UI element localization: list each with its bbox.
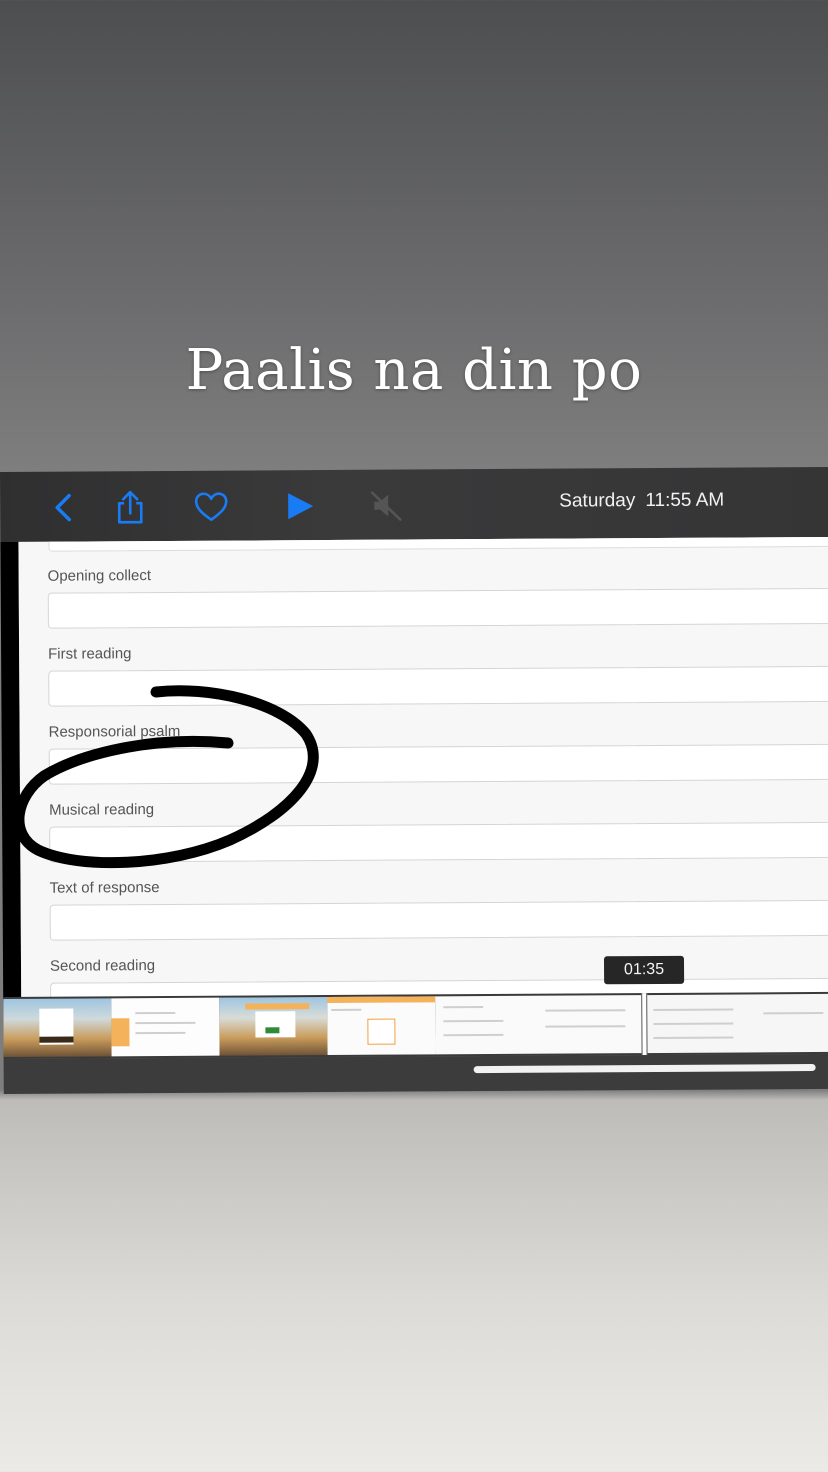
field-label-text-of-response: Text of response — [49, 879, 160, 897]
video-bottom-bar — [3, 1053, 828, 1094]
frame-thumbnail — [643, 993, 828, 1054]
field-input-musical-reading[interactable] — [49, 821, 828, 863]
video-toolbar: Saturday 11:55 AM — [0, 466, 828, 542]
field-input-responsorial-psalm[interactable] — [48, 743, 828, 785]
recording-time: 11:55 AM — [645, 489, 725, 512]
frame-thumbnail — [111, 997, 220, 1057]
video-scrubber[interactable] — [3, 991, 828, 1059]
field-label-responsorial-psalm: Responsorial psalm — [48, 722, 181, 741]
frame-thumbnail — [327, 996, 436, 1056]
frame-thumbnail — [435, 995, 644, 1055]
form-area: Opening collect First reading Responsori… — [18, 536, 828, 1002]
field-label-opening-collect: Opening collect — [47, 567, 152, 585]
field-input-opening-collect[interactable] — [47, 587, 828, 629]
heart-icon[interactable] — [193, 489, 229, 525]
back-chevron-icon[interactable] — [46, 489, 82, 525]
field-label-first-reading: First reading — [48, 645, 132, 663]
home-indicator[interactable] — [473, 1064, 816, 1074]
field-input-first-reading[interactable] — [48, 665, 828, 707]
mute-icon[interactable] — [368, 488, 404, 524]
share-icon[interactable] — [112, 489, 148, 525]
field-label-second-reading: Second reading — [49, 957, 156, 975]
recording-day: Saturday — [559, 490, 636, 512]
video-timestamp: 01:35 — [603, 955, 685, 985]
frame-thumbnail — [219, 997, 328, 1056]
frame-thumbnail — [3, 998, 112, 1057]
scrubber-playhead[interactable] — [641, 993, 648, 1056]
screen-recording-frame: Saturday 11:55 AM Opening collect First r… — [0, 466, 828, 1094]
field-label-musical-reading: Musical reading — [49, 801, 155, 819]
field-input-text-of-response[interactable] — [49, 899, 828, 941]
recording-datetime: Saturday 11:55 AM — [559, 490, 724, 513]
story-caption: Paalis na din po — [185, 338, 643, 403]
play-icon[interactable] — [282, 488, 318, 524]
